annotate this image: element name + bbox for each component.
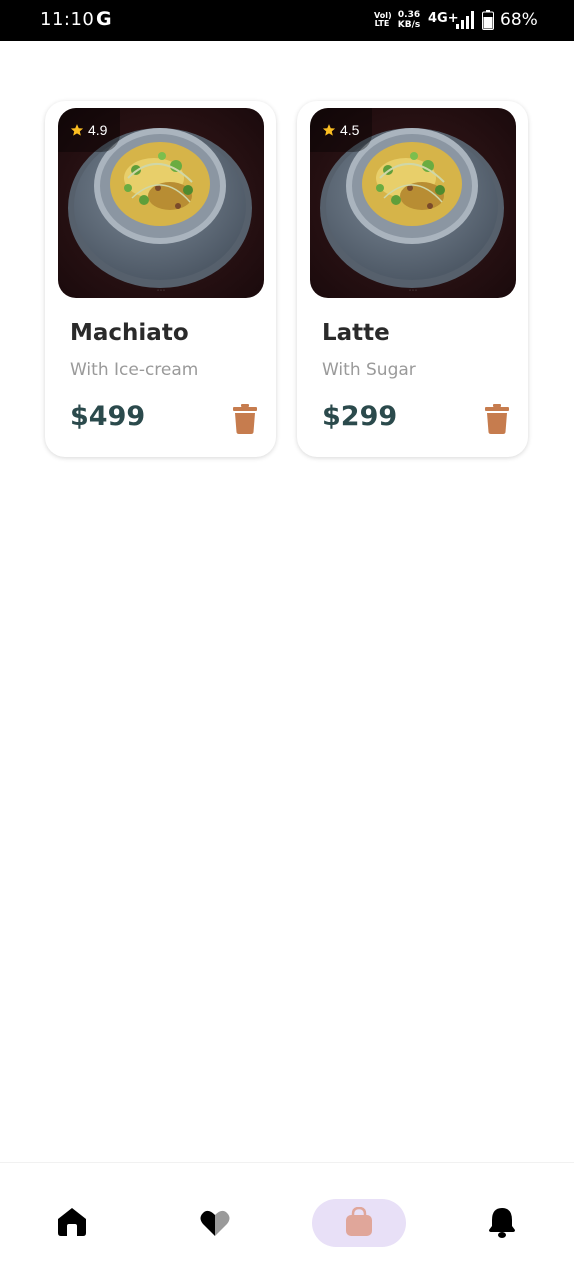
volte-indicator: Vol) LTE [374, 12, 392, 28]
cart-item-card[interactable]: ◦◦◦ 4.9 Machiato With Ice-cream $499 [45, 101, 276, 457]
item-subtitle: With Sugar [322, 360, 416, 380]
trash-icon[interactable] [233, 404, 257, 434]
network-type: 4G+ [428, 11, 459, 26]
network-speed: 0.36 KB/s [396, 10, 422, 30]
network-speed-value: 0.36 [397, 10, 421, 20]
item-subtitle: With Ice-cream [70, 360, 199, 380]
volte-line2: LTE [374, 19, 390, 28]
home-icon [58, 1208, 86, 1236]
star-icon [70, 124, 84, 136]
status-time: 11:10 [40, 9, 95, 30]
battery-percent: 68% [500, 10, 538, 30]
nav-favorites[interactable] [196, 1199, 234, 1247]
cart-item-card[interactable]: ◦◦◦ 4.5 Latte With Sugar $299 [297, 101, 528, 457]
pasta-bowl-image: ◦◦◦ 4.9 [58, 108, 264, 298]
nav-notifications[interactable] [484, 1199, 520, 1247]
status-bar: 11:10 G Vol) LTE 0.36 KB/s 4G+ 68% [0, 0, 574, 41]
heart-icon [200, 1210, 230, 1236]
nav-cart[interactable] [312, 1199, 406, 1247]
rating-badge: 4.9 [58, 108, 120, 152]
item-title: Machiato [70, 320, 189, 346]
item-price: $299 [322, 401, 398, 432]
svg-text:◦◦◦: ◦◦◦ [409, 288, 418, 294]
trash-icon[interactable] [485, 404, 509, 434]
rating-badge: 4.5 [310, 108, 372, 152]
star-icon [322, 124, 336, 136]
item-title: Latte [322, 320, 390, 346]
battery-icon [482, 10, 494, 30]
shopping-bag-icon [346, 1207, 372, 1236]
pasta-bowl-image: ◦◦◦ 4.5 [310, 108, 516, 298]
signal-icon [456, 11, 474, 29]
bell-icon [489, 1208, 515, 1238]
network-speed-unit: KB/s [397, 20, 421, 30]
rating-value: 4.5 [340, 122, 360, 138]
nav-home[interactable] [55, 1199, 89, 1247]
rating-value: 4.9 [88, 122, 108, 138]
bottom-navigation [0, 1162, 574, 1281]
item-price: $499 [70, 401, 146, 432]
google-icon: G [96, 8, 112, 30]
svg-text:◦◦◦: ◦◦◦ [157, 288, 166, 294]
